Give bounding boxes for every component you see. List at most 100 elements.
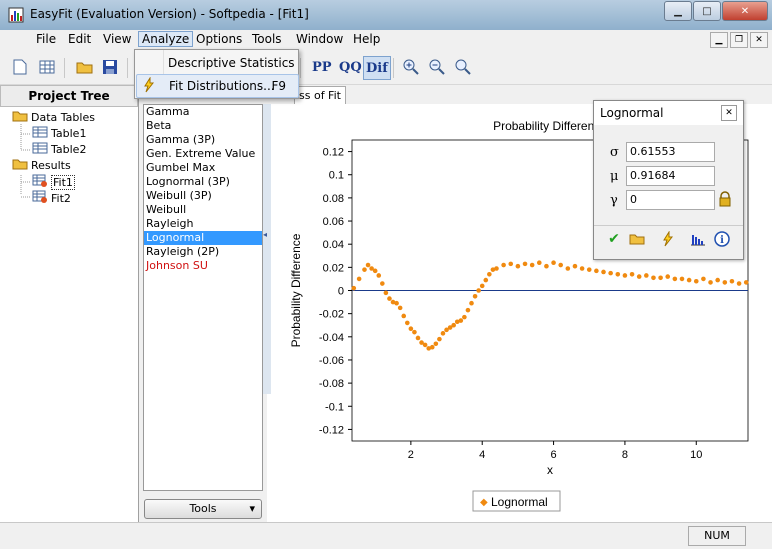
menu-file[interactable]: File bbox=[33, 32, 59, 46]
close-button[interactable]: ✕ bbox=[722, 1, 768, 21]
menu-tools[interactable]: Tools bbox=[249, 32, 285, 46]
mdi-close-icon[interactable]: ✕ bbox=[750, 32, 768, 48]
tree-data-tables[interactable]: Data Tables bbox=[12, 110, 95, 125]
chart-title: Probability Difference bbox=[493, 119, 607, 133]
menu-help[interactable]: Help bbox=[350, 32, 383, 46]
lightning-icon[interactable] bbox=[658, 230, 678, 248]
tree-data-tables-label: Data Tables bbox=[31, 111, 95, 124]
data-point bbox=[408, 326, 414, 332]
parameters-title-bar: Lognormal ✕ bbox=[594, 101, 743, 125]
tree-fit1[interactable]: Fit1 bbox=[32, 174, 75, 191]
menu-window[interactable]: Window bbox=[293, 32, 346, 46]
data-point bbox=[372, 268, 378, 274]
data-point bbox=[404, 320, 410, 326]
app-icon bbox=[8, 7, 24, 23]
distribution-item[interactable]: Lognormal (3P) bbox=[144, 175, 262, 189]
close-icon[interactable]: ✕ bbox=[721, 105, 737, 121]
maximize-button[interactable]: □ bbox=[693, 1, 721, 21]
data-point bbox=[729, 278, 735, 284]
distribution-item[interactable]: Weibull bbox=[144, 203, 262, 217]
sigma-field[interactable]: 0.61553 bbox=[626, 142, 715, 162]
distribution-list[interactable]: Gamma Beta Gamma (3P) Gen. Extreme Value Gum… bbox=[143, 104, 263, 491]
menu-analyze[interactable]: Analyze bbox=[138, 31, 194, 47]
data-point bbox=[551, 260, 556, 266]
collapse-arrow-icon[interactable]: ◂ bbox=[263, 230, 267, 239]
checkmark-icon[interactable]: ✔ bbox=[604, 230, 624, 248]
new-file-icon[interactable] bbox=[9, 56, 31, 78]
tree-fit1-label: Fit1 bbox=[51, 175, 75, 190]
distribution-item[interactable]: Gumbel Max bbox=[144, 161, 262, 175]
data-point bbox=[483, 277, 489, 283]
legend-marker-icon: ◆ bbox=[480, 497, 488, 508]
zoom-out-icon[interactable] bbox=[426, 56, 448, 78]
zoom-in-icon[interactable] bbox=[400, 56, 422, 78]
panel-splitter[interactable]: ◂ bbox=[263, 104, 271, 394]
distribution-item[interactable]: Weibull (3P) bbox=[144, 189, 262, 203]
mdi-controls: ▁ ❐ ✕ bbox=[708, 32, 768, 48]
open-folder-icon[interactable] bbox=[627, 230, 647, 248]
data-point bbox=[465, 307, 471, 313]
x-tick-label: 4 bbox=[479, 449, 485, 461]
distribution-item[interactable]: Johnson SU bbox=[144, 259, 262, 273]
menu-fit-distributions-shortcut: F9 bbox=[271, 79, 286, 93]
menu-options[interactable]: Options bbox=[193, 32, 245, 46]
sigma-symbol: σ bbox=[610, 145, 619, 160]
tab-goodness-of-fit[interactable]: ss of Fit bbox=[294, 86, 346, 104]
folder-icon bbox=[12, 158, 28, 173]
mdi-restore-icon[interactable]: ❐ bbox=[730, 32, 748, 48]
x-tick-label: 6 bbox=[551, 449, 557, 461]
toolbar-separator bbox=[127, 58, 128, 78]
menu-edit[interactable]: Edit bbox=[65, 32, 94, 46]
lock-icon[interactable] bbox=[718, 191, 732, 210]
tree-results-label: Results bbox=[31, 159, 71, 172]
mdi-minimize-icon[interactable]: ▁ bbox=[710, 32, 728, 48]
data-point bbox=[362, 267, 367, 272]
mu-field[interactable]: 0.91684 bbox=[626, 166, 715, 186]
tree-table2[interactable]: Table2 bbox=[32, 142, 86, 157]
difference-plot-button[interactable]: Dif bbox=[363, 56, 391, 80]
distribution-item[interactable]: Beta bbox=[144, 119, 262, 133]
data-point bbox=[636, 274, 642, 279]
open-folder-icon[interactable] bbox=[74, 56, 96, 78]
info-icon[interactable]: i bbox=[712, 230, 732, 248]
distribution-item[interactable]: Rayleigh bbox=[144, 217, 262, 231]
data-point bbox=[412, 329, 417, 335]
pp-plot-button[interactable]: PP bbox=[312, 56, 332, 78]
menu-view[interactable]: View bbox=[100, 32, 134, 46]
data-point bbox=[701, 276, 706, 282]
gamma-field[interactable]: 0 bbox=[626, 190, 715, 210]
param-gamma-row: γ 0 bbox=[594, 189, 743, 211]
data-point bbox=[351, 285, 357, 291]
distribution-item[interactable]: Gamma (3P) bbox=[144, 133, 262, 147]
tree-table1[interactable]: Table1 bbox=[32, 126, 86, 141]
y-tick-label: -0.06 bbox=[319, 355, 344, 367]
minimize-button[interactable]: ▁ bbox=[664, 1, 692, 21]
data-point bbox=[440, 331, 446, 336]
data-point bbox=[472, 293, 478, 299]
distribution-item[interactable]: Gamma bbox=[144, 105, 262, 119]
maximize-icon: □ bbox=[702, 5, 712, 17]
zoom-reset-icon[interactable] bbox=[452, 56, 474, 78]
distribution-item[interactable]: Rayleigh (2P) bbox=[144, 245, 262, 259]
distribution-panel: Gamma Beta Gamma (3P) Gen. Extreme Value Gum… bbox=[139, 85, 267, 522]
param-mu-row: μ 0.91684 bbox=[594, 165, 743, 187]
legend-label: Lognormal bbox=[491, 495, 548, 509]
histogram-icon[interactable] bbox=[688, 230, 708, 248]
distribution-item[interactable]: Lognormal bbox=[144, 231, 262, 245]
data-point bbox=[693, 278, 699, 284]
title-bar: EasyFit (Evaluation Version) - Softpedia… bbox=[0, 0, 772, 30]
distribution-item[interactable]: Gen. Extreme Value bbox=[144, 147, 262, 161]
data-point bbox=[476, 288, 481, 293]
table-icon[interactable] bbox=[36, 56, 58, 78]
tools-dropdown-button[interactable]: Tools ▾ bbox=[144, 499, 262, 519]
save-icon[interactable] bbox=[99, 56, 121, 78]
analyze-menu-dropdown: Descriptive Statistics Fit Distributions… bbox=[134, 49, 299, 99]
x-tick-label: 2 bbox=[408, 449, 414, 461]
tree-fit2[interactable]: Fit2 bbox=[32, 190, 71, 207]
data-point bbox=[651, 275, 656, 281]
menu-descriptive-statistics[interactable]: Descriptive Statistics bbox=[136, 52, 297, 74]
y-tick-label: 0.08 bbox=[323, 193, 344, 205]
qq-plot-button[interactable]: QQ bbox=[339, 56, 362, 78]
tree-results[interactable]: Results bbox=[12, 158, 71, 173]
menu-fit-distributions[interactable]: Fit Distributions... F9 bbox=[136, 74, 299, 98]
